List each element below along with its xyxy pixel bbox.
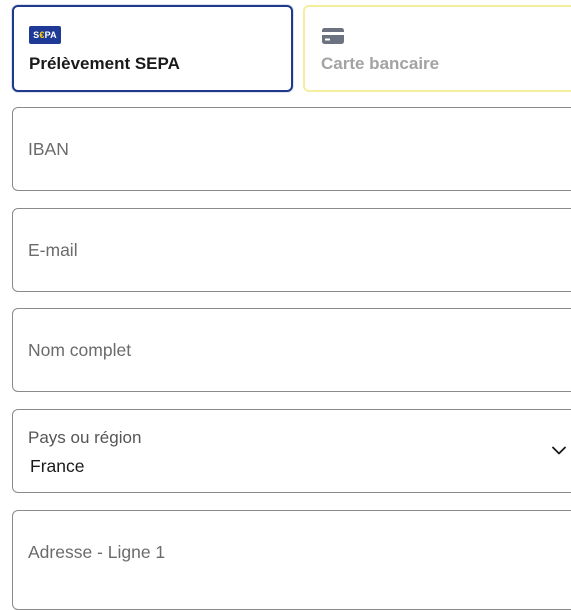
payment-method-tabs: S€PA Prélèvement SEPA Carte bancaire — [12, 5, 571, 92]
sepa-logo-icon: S€PA — [29, 26, 61, 44]
credit-card-icon — [322, 28, 344, 44]
country-value: France — [30, 456, 85, 476]
iban-field[interactable]: IBAN — [12, 107, 571, 191]
tab-card-label: Carte bancaire — [321, 54, 440, 73]
email-field[interactable]: E-mail — [12, 208, 571, 292]
tab-credit-card[interactable]: Carte bancaire — [303, 5, 571, 92]
email-placeholder: E-mail — [28, 240, 78, 260]
sepa-logo-text-suffix: PA — [44, 30, 57, 40]
iban-placeholder: IBAN — [28, 139, 69, 159]
tab-sepa-direct-debit[interactable]: S€PA Prélèvement SEPA — [12, 5, 293, 92]
chevron-down-icon — [552, 446, 566, 455]
full-name-placeholder: Nom complet — [28, 340, 132, 360]
address-line1-placeholder: Adresse - Ligne 1 — [28, 542, 166, 562]
tab-sepa-label: Prélèvement SEPA — [29, 54, 180, 73]
address-line1-field[interactable]: Adresse - Ligne 1 — [12, 510, 571, 610]
full-name-field[interactable]: Nom complet — [12, 308, 571, 392]
country-label: Pays ou région — [28, 428, 142, 447]
country-select[interactable]: Pays ou région France — [12, 409, 571, 493]
